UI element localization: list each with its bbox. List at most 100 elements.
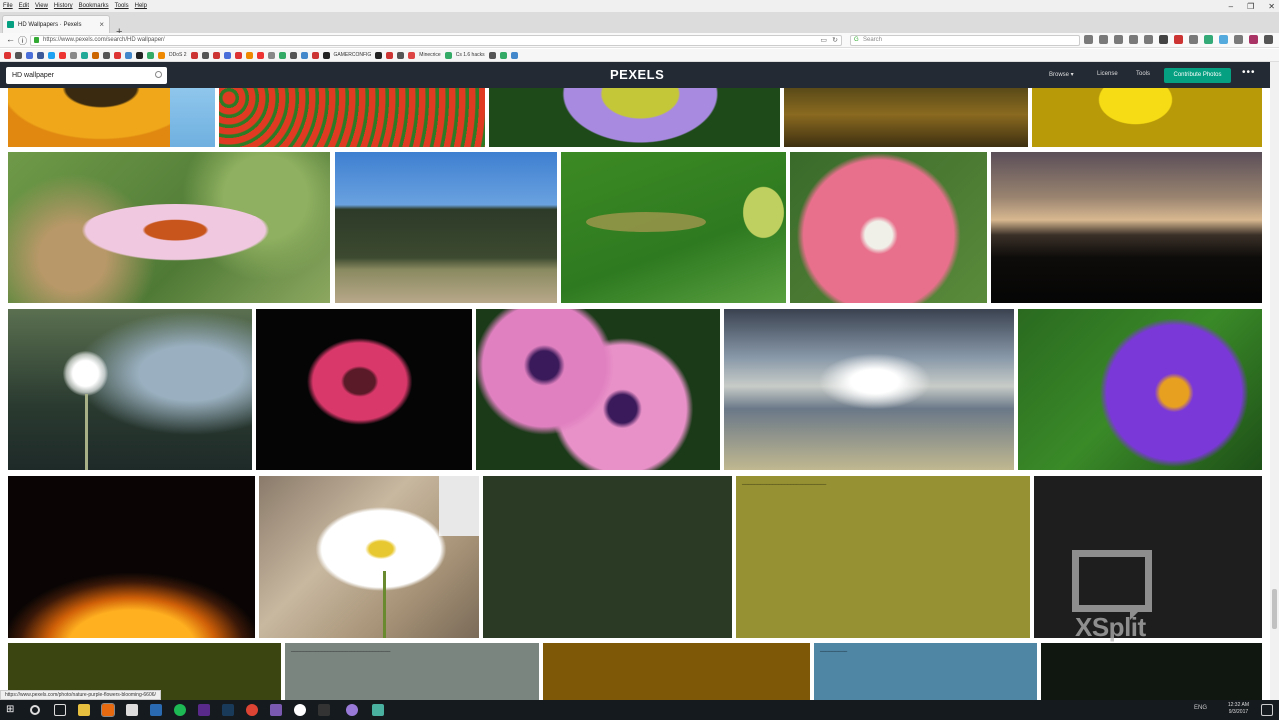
bookmark-icon[interactable] — [289, 51, 297, 59]
premiere-icon[interactable] — [198, 704, 210, 716]
photo-purple-aster[interactable] — [1018, 309, 1262, 470]
back-icon[interactable]: ← — [6, 34, 15, 44]
photo-black-placeholder[interactable] — [1041, 643, 1262, 700]
library-icon[interactable] — [1099, 35, 1108, 44]
task-view-icon[interactable] — [54, 704, 66, 716]
bookmark-icon[interactable] — [92, 51, 99, 59]
bookmark-icon[interactable] — [201, 51, 209, 59]
bookmark-icon[interactable] — [488, 51, 496, 59]
bookmark-cs-hacks[interactable]: Cs 1.6 hacks — [456, 52, 485, 58]
extension-icon[interactable] — [1234, 35, 1243, 44]
maximize-icon[interactable]: ❐ — [1247, 2, 1254, 11]
photo-pink-daisies[interactable] — [476, 309, 720, 470]
page-scrollbar[interactable] — [1270, 62, 1279, 702]
menu-tools[interactable]: Tools — [115, 3, 129, 9]
file-explorer-icon[interactable] — [78, 704, 90, 716]
recorder-icon[interactable] — [246, 704, 258, 716]
menu-edit[interactable]: Edit — [19, 3, 29, 9]
bookmark-icon[interactable] — [136, 51, 143, 59]
extension-icon[interactable] — [1204, 35, 1213, 44]
bookmark-ddos[interactable]: DDoS 2 — [169, 52, 187, 58]
bookmark-icon[interactable] — [212, 51, 220, 59]
menu-bookmarks[interactable]: Bookmarks — [79, 3, 109, 9]
scrollbar-thumb[interactable] — [1272, 589, 1277, 629]
photo-white-flower[interactable] — [259, 476, 479, 638]
photo-sunset-silhouette[interactable] — [991, 152, 1262, 303]
bookmark-icon[interactable] — [278, 51, 286, 59]
bookmark-icon[interactable] — [375, 51, 383, 59]
obs-icon[interactable] — [294, 704, 306, 716]
photo-forest-meadow[interactable] — [335, 152, 557, 303]
url-bar[interactable]: https://www.pexels.com/search/HD wallpap… — [30, 35, 842, 46]
bookmark-icon[interactable] — [147, 51, 154, 59]
menu-view[interactable]: View — [35, 3, 48, 9]
bookmark-icon[interactable] — [114, 51, 121, 59]
tray-language[interactable]: ENG — [1194, 705, 1207, 711]
photo-sunlit-clouds-sea[interactable] — [724, 309, 1014, 470]
bookmark-icon[interactable] — [81, 51, 88, 59]
close-tab-icon[interactable]: × — [99, 20, 104, 29]
bookmark-icon[interactable] — [26, 51, 33, 59]
photo-dark-green-placeholder[interactable] — [483, 476, 732, 638]
tools-link[interactable]: Tools — [1136, 71, 1150, 77]
bookmark-minecrice[interactable]: Minecrice — [419, 52, 440, 58]
pexels-logo[interactable]: PEXELS — [610, 67, 664, 82]
bookmark-icon[interactable] — [103, 51, 110, 59]
spotify-icon[interactable] — [174, 704, 186, 716]
photo-sunflower[interactable] — [8, 88, 215, 147]
notifications-icon[interactable] — [1261, 704, 1273, 716]
info-icon[interactable]: ⓘ — [18, 34, 27, 47]
xsplit-app-icon[interactable] — [372, 704, 384, 716]
photo-orange-sunset-blur[interactable] — [8, 476, 255, 638]
photo-pink-coneflower[interactable] — [8, 152, 330, 303]
contribute-photos-button[interactable]: Contribute Photos — [1164, 68, 1231, 83]
more-menu-icon[interactable]: ••• — [1242, 67, 1256, 78]
photo-red-daisy-black[interactable] — [256, 309, 472, 470]
shield-icon[interactable] — [1159, 35, 1168, 44]
bookmark-icon[interactable] — [245, 51, 253, 59]
photo-dandelion[interactable] — [8, 309, 252, 470]
firefox-icon[interactable] — [101, 703, 115, 717]
menu-help[interactable]: Help — [135, 3, 147, 9]
photo-blue-placeholder[interactable]: ━━━━━━━━━ — [814, 643, 1037, 700]
bookmark-icon[interactable] — [125, 51, 132, 59]
download-icon[interactable] — [1114, 35, 1123, 44]
menu-file[interactable]: File — [3, 3, 13, 9]
browser-search-field[interactable]: G Search — [850, 35, 1080, 46]
bookmark-icon[interactable] — [223, 51, 231, 59]
license-link[interactable]: License — [1097, 71, 1118, 77]
steam-icon[interactable] — [150, 704, 162, 716]
photo-autumn-forest[interactable] — [784, 88, 1028, 147]
adblock-icon[interactable] — [1174, 35, 1183, 44]
bookmark-icon[interactable] — [234, 51, 242, 59]
bookmark-icon[interactable] — [70, 51, 77, 59]
browse-menu[interactable]: Browse ▾ — [1049, 71, 1074, 78]
extension-icon[interactable] — [1219, 35, 1228, 44]
bookmark-icon[interactable] — [190, 51, 198, 59]
bookmark-gamerconfig[interactable]: GAMERCONFIG — [334, 52, 372, 58]
bookmark-icon[interactable] — [311, 51, 319, 59]
store-icon[interactable] — [126, 704, 138, 716]
taskbar-clock[interactable]: 12:32 AM 9/3/2017 — [1228, 702, 1249, 716]
pocket-icon[interactable] — [1144, 35, 1153, 44]
reader-icon[interactable]: ▭ — [820, 36, 827, 45]
minimize-icon[interactable]: – — [1229, 2, 1233, 11]
bookmark-icon[interactable] — [256, 51, 264, 59]
bookmark-icon[interactable] — [397, 51, 405, 59]
bookmark-icon[interactable] — [300, 51, 308, 59]
photo-dark-placeholder[interactable] — [1034, 476, 1262, 638]
photoshop-icon[interactable] — [222, 704, 234, 716]
bookmark-gmail-icon[interactable] — [4, 51, 11, 59]
star-icon[interactable] — [1084, 35, 1093, 44]
extension-icon[interactable] — [1249, 35, 1258, 44]
hamburger-menu-icon[interactable] — [1264, 35, 1273, 44]
search-icon[interactable] — [155, 71, 162, 78]
bookmark-facebook-icon[interactable] — [37, 51, 44, 59]
bookmark-icon[interactable] — [386, 51, 394, 59]
bookmark-icon[interactable] — [408, 51, 416, 59]
extension-icon[interactable] — [1189, 35, 1198, 44]
bookmark-twitter-icon[interactable] — [48, 51, 55, 59]
photo-brown-placeholder[interactable] — [543, 643, 810, 700]
app-icon[interactable] — [346, 704, 358, 716]
browser-tab[interactable]: HD Wallpapers · Pexels × — [2, 15, 110, 33]
